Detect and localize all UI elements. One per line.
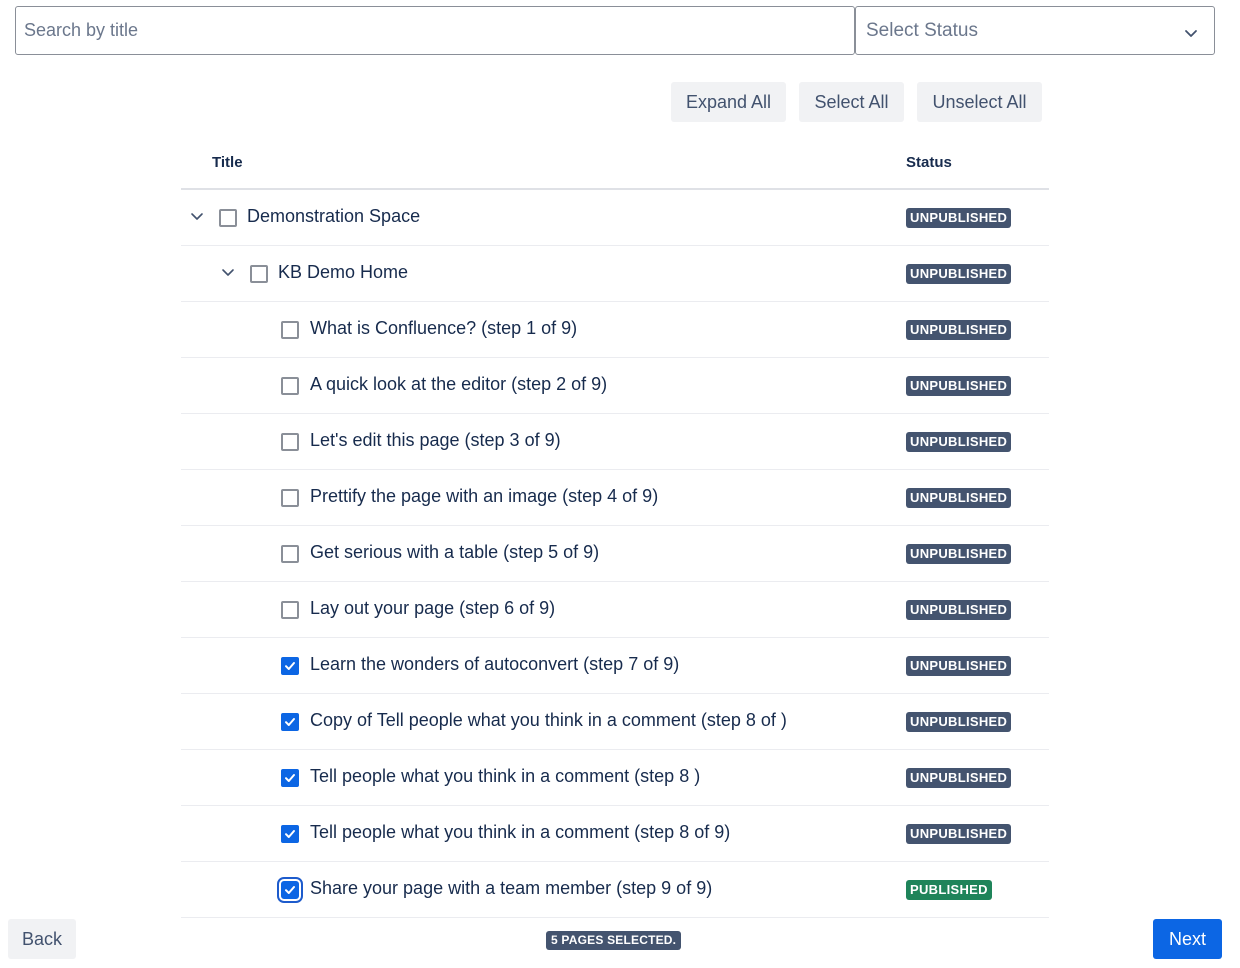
status-badge: UNPUBLISHED xyxy=(906,600,1012,620)
chevron-down-icon[interactable] xyxy=(220,265,236,281)
row-title: Share your page with a team member (step… xyxy=(310,878,713,898)
status-badge: UNPUBLISHED xyxy=(906,712,1012,732)
row-checkbox[interactable] xyxy=(250,265,268,283)
status-badge: UNPUBLISHED xyxy=(906,320,1012,340)
row-checkbox[interactable] xyxy=(281,377,299,395)
row-title: Prettify the page with an image (step 4 … xyxy=(310,486,659,506)
table-row: Learn the wonders of autoconvert (step 7… xyxy=(181,638,1049,694)
table-body: Demonstration Space UNPUBLISHED KB Demo Ho… xyxy=(181,190,1049,918)
status-badge: UNPUBLISHED xyxy=(906,376,1012,396)
row-title: Tell people what you think in a comment … xyxy=(310,822,731,842)
expand-all-button[interactable]: Expand All xyxy=(671,82,786,122)
status-badge: PUBLISHED xyxy=(906,880,992,900)
row-title: Tell people what you think in a comment … xyxy=(310,766,701,786)
select-all-button[interactable]: Select All xyxy=(799,82,904,122)
status-badge: UNPUBLISHED xyxy=(906,544,1012,564)
table-row: What is Confluence? (step 1 of 9) UNPUBLI… xyxy=(181,302,1049,358)
pages-table: Title Status Demonstration Space UNPUBLIS… xyxy=(181,138,1049,918)
row-checkbox[interactable] xyxy=(281,657,299,675)
status-badge: UNPUBLISHED xyxy=(906,824,1012,844)
search-input[interactable] xyxy=(15,6,855,55)
table-row: Prettify the page with an image (step 4 … xyxy=(181,470,1049,526)
status-badge: UNPUBLISHED xyxy=(906,264,1012,284)
table-row: A quick look at the editor (step 2 of 9)… xyxy=(181,358,1049,414)
status-badge: UNPUBLISHED xyxy=(906,656,1012,676)
row-title: Get serious with a table (step 5 of 9) xyxy=(310,542,600,562)
status-badge: UNPUBLISHED xyxy=(906,432,1012,452)
status-select[interactable]: Select Status xyxy=(855,6,1215,55)
table-row: Copy of Tell people what you think in a … xyxy=(181,694,1049,750)
status-badge: UNPUBLISHED xyxy=(906,208,1012,228)
chevron-down-icon xyxy=(1184,24,1198,46)
row-title: Let's edit this page (step 3 of 9) xyxy=(310,430,561,450)
table-row: Share your page with a team member (step… xyxy=(181,862,1049,918)
row-title: Copy of Tell people what you think in a … xyxy=(310,710,787,730)
table-row: Let's edit this page (step 3 of 9) UNPUBL… xyxy=(181,414,1049,470)
status-select-placeholder: Select Status xyxy=(866,19,978,41)
row-checkbox[interactable] xyxy=(281,321,299,339)
row-checkbox[interactable] xyxy=(281,825,299,843)
table-row: Demonstration Space UNPUBLISHED xyxy=(181,190,1049,246)
row-checkbox[interactable] xyxy=(281,769,299,787)
row-checkbox[interactable] xyxy=(281,545,299,563)
row-checkbox[interactable] xyxy=(219,209,237,227)
unselect-all-button[interactable]: Unselect All xyxy=(917,82,1042,122)
table-row: Lay out your page (step 6 of 9) UNPUBLISH… xyxy=(181,582,1049,638)
row-title: Lay out your page (step 6 of 9) xyxy=(310,598,556,618)
checkmark-icon xyxy=(285,774,295,782)
row-checkbox[interactable] xyxy=(281,713,299,731)
table-row: Get serious with a table (step 5 of 9) UN… xyxy=(181,526,1049,582)
row-checkbox[interactable] xyxy=(281,433,299,451)
row-title: Demonstration Space xyxy=(247,206,421,226)
table-row: KB Demo Home UNPUBLISHED xyxy=(181,246,1049,302)
table-row: Tell people what you think in a comment … xyxy=(181,806,1049,862)
next-button[interactable]: Next xyxy=(1153,919,1222,959)
row-title: KB Demo Home xyxy=(278,262,409,282)
title-column-header: Title xyxy=(212,154,243,171)
table-row: Tell people what you think in a comment … xyxy=(181,750,1049,806)
row-checkbox[interactable] xyxy=(281,489,299,507)
row-title: A quick look at the editor (step 2 of 9) xyxy=(310,374,608,394)
checkmark-icon xyxy=(285,886,295,894)
chevron-down-icon[interactable] xyxy=(189,209,205,225)
checkmark-icon xyxy=(285,718,295,726)
checkmark-icon xyxy=(285,662,295,670)
back-button[interactable]: Back xyxy=(8,919,76,959)
status-badge: UNPUBLISHED xyxy=(906,488,1012,508)
status-badge: UNPUBLISHED xyxy=(906,768,1012,788)
table-header: Title Status xyxy=(181,138,1049,190)
status-column-header: Status xyxy=(906,154,952,171)
row-title: What is Confluence? (step 1 of 9) xyxy=(310,318,578,338)
row-checkbox[interactable] xyxy=(281,601,299,619)
checkmark-icon xyxy=(285,830,295,838)
row-title: Learn the wonders of autoconvert (step 7… xyxy=(310,654,680,674)
selected-count-badge: 5 PAGES SELECTED. xyxy=(546,931,682,950)
row-checkbox[interactable] xyxy=(277,877,303,903)
